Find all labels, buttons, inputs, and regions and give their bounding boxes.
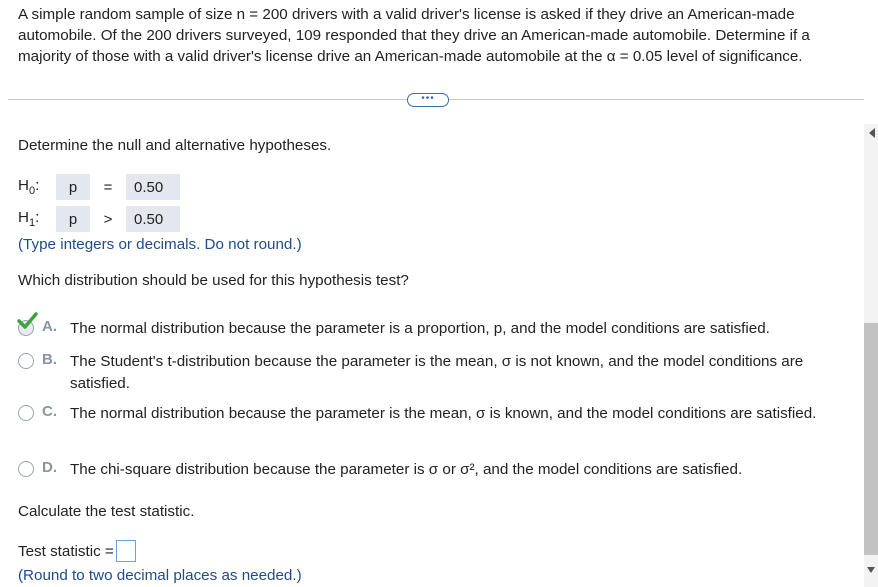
distribution-prompt: Which distribution should be used for th…: [18, 272, 409, 289]
hypotheses-hint: (Type integers or decimals. Do not round…: [18, 236, 302, 253]
h0-operator[interactable]: =: [94, 174, 122, 200]
option-letter: C.: [42, 403, 57, 420]
h1-value-field[interactable]: 0.50: [126, 206, 180, 232]
option-text: The normal distribution because the para…: [70, 320, 770, 337]
option-d[interactable]: D. The chi-square distribution because t…: [18, 459, 838, 481]
null-hypothesis-row: H0: p = 0.50: [18, 174, 184, 200]
radio-button-c[interactable]: [18, 405, 34, 421]
problem-statement: A simple random sample of size n = 200 d…: [18, 6, 810, 65]
option-text: The chi-square distribution because the …: [70, 461, 743, 478]
test-statistic-input[interactable]: [115, 540, 136, 562]
radio-button-d[interactable]: [18, 461, 34, 477]
test-statistic-prompt: Calculate the test statistic.: [18, 503, 195, 520]
option-a[interactable]: A. The normal distribution because the p…: [17, 312, 838, 340]
option-letter: D.: [42, 459, 57, 476]
option-text: The normal distribution because the para…: [70, 405, 817, 422]
hypotheses-prompt: Determine the null and alternative hypot…: [18, 137, 332, 154]
collapse-arrow-icon[interactable]: [869, 128, 875, 138]
scrollbar-thumb[interactable]: [864, 323, 878, 555]
option-c[interactable]: C. The normal distribution because the p…: [18, 403, 838, 425]
h0-parameter-field[interactable]: p: [56, 174, 90, 200]
radio-button-b[interactable]: [18, 353, 34, 369]
expand-button[interactable]: •••: [407, 93, 449, 107]
h1-label: H1:: [18, 208, 40, 230]
h1-parameter-field[interactable]: p: [56, 206, 90, 232]
alternative-hypothesis-row: H1: p > 0.50: [18, 206, 184, 232]
correct-check-icon: [17, 312, 38, 329]
option-b[interactable]: B. The Student's t-distribution because …: [18, 351, 838, 395]
test-statistic-row: Test statistic =: [18, 540, 136, 562]
h1-operator[interactable]: >: [94, 206, 122, 232]
option-letter: B.: [42, 351, 57, 368]
test-statistic-hint: (Round to two decimal places as needed.): [18, 567, 302, 584]
option-text: The Student's t-distribution because the…: [70, 353, 804, 392]
h0-label: H0:: [18, 176, 40, 198]
scroll-down-arrow-icon[interactable]: [867, 567, 875, 573]
h0-value-field[interactable]: 0.50: [126, 174, 180, 200]
option-letter: A.: [42, 318, 57, 335]
test-statistic-label: Test statistic =: [18, 542, 114, 560]
